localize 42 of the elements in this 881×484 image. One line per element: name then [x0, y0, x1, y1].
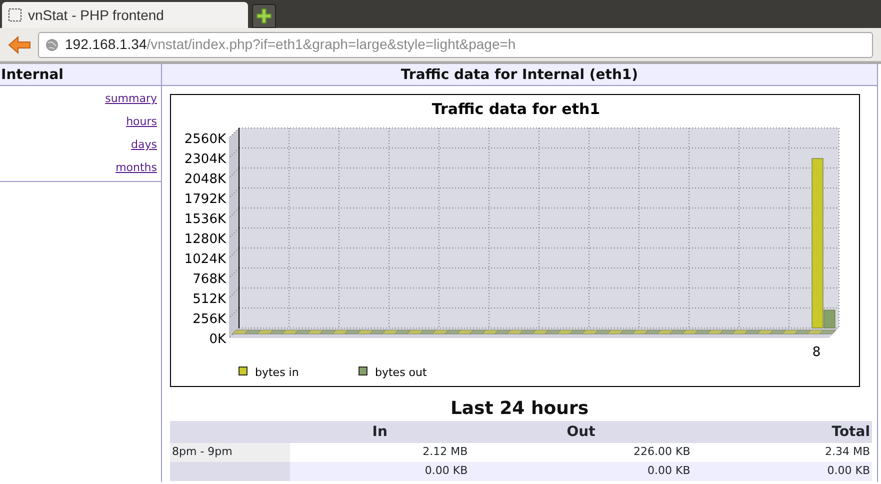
- nav-link[interactable]: days: [131, 136, 157, 154]
- address-bar[interactable]: 192.168.1.34/vnstat/index.php?if=eth1&graph=large&style=light&page=h: [38, 32, 873, 58]
- y-tick-label: 256K: [192, 312, 226, 327]
- back-arrow-icon: [8, 36, 32, 54]
- y-tick-label: 1792K: [184, 192, 226, 207]
- y-tick-label: 1024K: [184, 252, 226, 267]
- chart-title: Traffic data for eth1: [432, 100, 600, 118]
- legend-label: bytes out: [375, 366, 427, 379]
- legend-swatch: [358, 366, 368, 376]
- x-tick-label: 8: [812, 345, 821, 360]
- y-tick-label: 1280K: [184, 232, 226, 247]
- y-tick-label: 1536K: [184, 212, 226, 227]
- table-cell: 226.00 KB: [470, 443, 692, 462]
- row-label: 8pm - 9pm: [170, 443, 290, 462]
- nav-link[interactable]: summary: [105, 90, 157, 108]
- y-tick-label: 0K: [209, 332, 226, 347]
- plus-icon: [256, 8, 272, 24]
- url-text: 192.168.1.34/vnstat/index.php?if=eth1&graph=large&style=light&page=h: [65, 35, 516, 54]
- browser-tab[interactable]: vnStat - PHP frontend: [2, 2, 248, 28]
- y-tick-label: 768K: [192, 272, 226, 287]
- nav-link[interactable]: months: [116, 159, 157, 177]
- column-header: Total: [692, 421, 872, 443]
- y-tick-label: 512K: [192, 292, 226, 307]
- globe-icon: [45, 38, 59, 52]
- legend-swatch: [238, 366, 248, 376]
- page-icon: [8, 8, 22, 22]
- table-cell: 0.00 KB: [470, 462, 692, 481]
- y-tick-label: 2560K: [184, 132, 226, 147]
- table-cell: 0.00 KB: [692, 462, 872, 481]
- nav-link[interactable]: hours: [126, 113, 157, 131]
- y-tick-label: 2048K: [184, 172, 226, 187]
- table-cell: 0.00 KB: [290, 462, 470, 481]
- table-cell: 2.12 MB: [290, 443, 470, 462]
- new-tab-button[interactable]: [252, 4, 276, 28]
- sidebar-title: Internal: [0, 64, 161, 86]
- table-cell: 2.34 MB: [692, 443, 872, 462]
- column-header: In: [290, 421, 470, 443]
- column-header: Out: [470, 421, 692, 443]
- y-tick-label: 2304K: [184, 152, 226, 167]
- page-title: Traffic data for Internal (eth1): [162, 64, 877, 86]
- legend-label: bytes in: [255, 366, 299, 379]
- table-title: Last 24 hours: [449, 397, 590, 421]
